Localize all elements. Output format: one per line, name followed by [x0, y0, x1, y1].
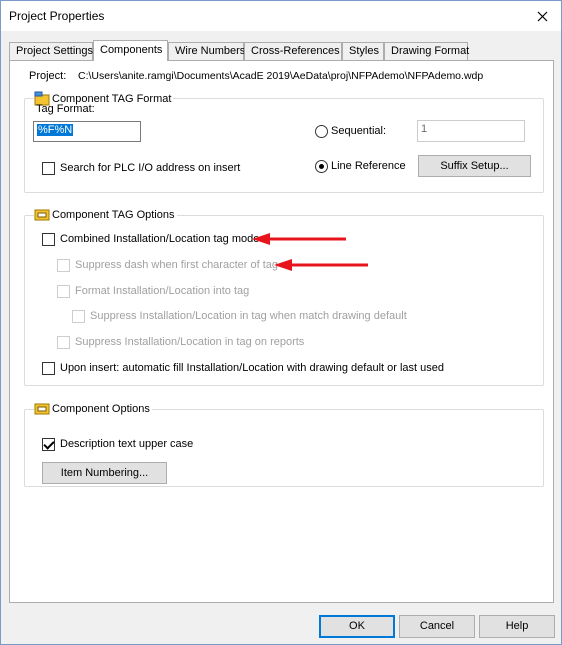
annotation-arrow-icon	[252, 233, 346, 245]
help-button[interactable]: Help	[479, 615, 555, 638]
component-options-icon	[34, 403, 50, 415]
suppress-dash-label: Suppress dash when first character of ta…	[75, 259, 278, 271]
suppress-match-default-label: Suppress Installation/Location in tag wh…	[90, 310, 407, 322]
tab-cross-references[interactable]: Cross-References	[244, 42, 342, 60]
window-title: Project Properties	[9, 9, 105, 23]
tag-options-icon	[34, 209, 50, 221]
component-options-title: Component Options	[52, 403, 150, 415]
tab-drawing-format[interactable]: Drawing Format	[384, 42, 469, 60]
suppress-on-reports-checkbox[interactable]	[57, 336, 70, 349]
tab-styles[interactable]: Styles	[342, 42, 384, 60]
tag-format-input[interactable]: %F%N	[33, 121, 141, 142]
plc-search-checkbox[interactable]	[42, 162, 55, 175]
item-numbering-button[interactable]: Item Numbering...	[42, 462, 167, 484]
project-properties-dialog: Project Properties Project Settings Comp…	[0, 0, 562, 645]
components-tab-panel: Project: C:\Users\anite.ramgi\Documents\…	[9, 60, 554, 603]
sequential-radio[interactable]	[315, 125, 328, 138]
ok-button[interactable]: OK	[319, 615, 395, 638]
upon-insert-autofill-checkbox[interactable]	[42, 362, 55, 375]
tab-project-settings[interactable]: Project Settings	[9, 42, 93, 60]
suppress-dash-checkbox[interactable]	[57, 259, 70, 272]
suffix-setup-button[interactable]: Suffix Setup...	[418, 155, 531, 177]
component-tag-options-legend: Component TAG Options	[34, 208, 177, 222]
tab-components[interactable]: Components	[93, 40, 168, 61]
combined-tag-mode-label: Combined Installation/Location tag mode	[60, 233, 260, 245]
upon-insert-autofill-label: Upon insert: automatic fill Installation…	[60, 362, 444, 374]
project-path: C:\Users\anite.ramgi\Documents\AcadE 201…	[78, 70, 484, 82]
component-tag-options-title: Component TAG Options	[52, 209, 175, 221]
plc-search-label: Search for PLC I/O address on insert	[60, 162, 241, 174]
close-button[interactable]	[529, 4, 555, 28]
line-reference-label: Line Reference	[331, 160, 406, 172]
tab-wire-numbers[interactable]: Wire Numbers	[168, 42, 245, 60]
suppress-match-default-checkbox[interactable]	[72, 310, 85, 323]
description-upper-case-label: Description text upper case	[60, 438, 194, 450]
sequential-label: Sequential:	[331, 125, 387, 137]
sequential-value: 1	[421, 123, 428, 135]
annotation-arrow-icon	[274, 259, 368, 271]
title-bar: Project Properties	[1, 1, 561, 31]
line-reference-radio[interactable]	[315, 160, 328, 173]
project-label: Project:	[29, 70, 67, 82]
component-options-legend: Component Options	[34, 402, 152, 416]
combined-tag-mode-checkbox[interactable]	[42, 233, 55, 246]
format-installation-label: Format Installation/Location into tag	[75, 285, 250, 297]
component-options-group: Component Options Description text upper…	[24, 402, 544, 487]
description-upper-case-checkbox[interactable]	[42, 438, 55, 451]
sequential-input[interactable]: 1	[417, 120, 525, 142]
cancel-button[interactable]: Cancel	[399, 615, 475, 638]
suppress-on-reports-label: Suppress Installation/Location in tag on…	[75, 336, 305, 348]
format-installation-checkbox[interactable]	[57, 285, 70, 298]
tag-format-label: Tag Format:	[36, 103, 95, 115]
close-icon	[537, 11, 547, 21]
tag-format-value: %F%N	[37, 124, 74, 136]
component-tag-format-group: Component TAG Format Tag Format: %F%N Se…	[24, 91, 544, 193]
